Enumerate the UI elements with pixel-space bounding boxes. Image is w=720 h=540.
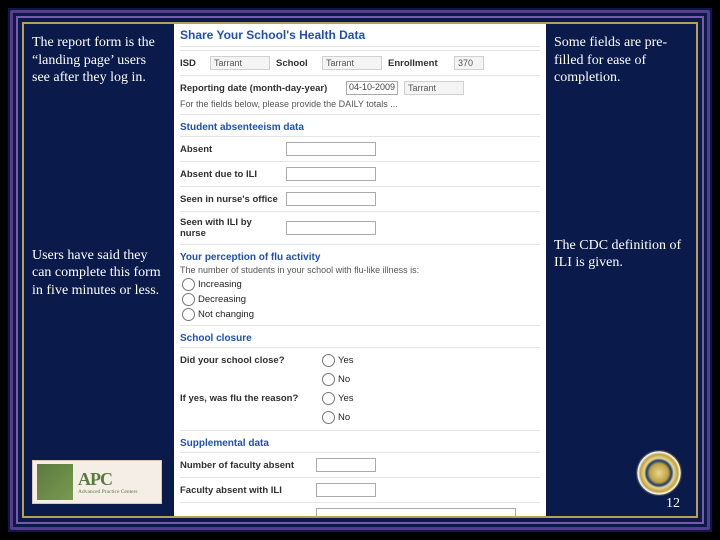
comments-input[interactable] — [316, 508, 516, 516]
form-title: Share Your School's Health Data — [180, 24, 540, 47]
absent-input[interactable] — [286, 142, 376, 156]
seen-ili-label: Seen with ILI by nurse — [180, 217, 280, 239]
school-value: Tarrant — [322, 56, 382, 70]
opt-increasing: Increasing — [198, 279, 242, 290]
seen-nurse-label: Seen in nurse's office — [180, 194, 280, 205]
enrollment-label: Enrollment — [388, 58, 448, 69]
state-seal-icon — [636, 450, 682, 496]
apc-square-icon — [37, 464, 73, 500]
note-top-left: The report form is the “landing page’ us… — [32, 34, 166, 87]
date-label: Reporting date (month-day-year) — [180, 83, 340, 94]
perception-desc: The number of students in your school wi… — [180, 263, 540, 277]
school-label: School — [276, 58, 316, 69]
apc-small-text: Advanced Practice Centers — [78, 490, 138, 496]
content-area: The report form is the “landing page’ us… — [22, 22, 698, 518]
form-screenshot: Share Your School's Health Data ISD Tarr… — [174, 24, 546, 516]
radio-increasing[interactable] — [182, 278, 195, 291]
apc-big-text: APC — [78, 469, 138, 490]
left-annotations: The report form is the “landing page’ us… — [24, 24, 174, 516]
apc-logo: APC Advanced Practice Centers — [32, 460, 162, 504]
page-number: 12 — [666, 496, 680, 512]
absent-ili-input[interactable] — [286, 167, 376, 181]
note-top-right: Some fields are pre-filled for ease of c… — [554, 34, 692, 87]
absent-ili-label: Absent due to ILI — [180, 169, 280, 180]
close-yes[interactable] — [322, 354, 335, 367]
closure-header: School closure — [180, 329, 540, 344]
close-no[interactable] — [322, 373, 335, 386]
reason-yes[interactable] — [322, 392, 335, 405]
perception-header: Your perception of flu activity — [180, 248, 540, 263]
opt-notchanging: Not changing — [198, 309, 254, 320]
county-value: Tarrant — [404, 81, 464, 95]
faculty-ili-input[interactable] — [316, 483, 376, 497]
right-annotations: Some fields are pre-filled for ease of c… — [546, 24, 696, 516]
seen-ili-input[interactable] — [286, 221, 376, 235]
radio-notchanging[interactable] — [182, 308, 195, 321]
slide: The report form is the “landing page’ us… — [0, 0, 720, 540]
closure-q2: If yes, was flu the reason? — [180, 393, 310, 404]
faculty-ili-label: Faculty absent with ILI — [180, 485, 310, 496]
isd-value: Tarrant — [210, 56, 270, 70]
reason-no[interactable] — [322, 411, 335, 424]
seen-nurse-input[interactable] — [286, 192, 376, 206]
radio-decreasing[interactable] — [182, 293, 195, 306]
note-bottom-left: Users have said they can complete this f… — [32, 247, 166, 300]
date-input[interactable]: 04-10-2009 — [346, 81, 398, 95]
supplemental-header: Supplemental data — [180, 434, 540, 449]
faculty-absent-label: Number of faculty absent — [180, 460, 310, 471]
faculty-absent-input[interactable] — [316, 458, 376, 472]
comments-label: Other findings / comments? — [180, 516, 310, 517]
isd-label: ISD — [180, 58, 204, 69]
enrollment-value: 370 — [454, 56, 484, 70]
absent-label: Absent — [180, 144, 280, 155]
closure-q1: Did your school close? — [180, 355, 310, 366]
note-bottom-right: The CDC definition of ILI is given. — [554, 237, 692, 272]
instruction-text: For the fields below, please provide the… — [180, 97, 540, 111]
opt-decreasing: Decreasing — [198, 294, 246, 305]
absenteeism-header: Student absenteeism data — [180, 118, 540, 133]
